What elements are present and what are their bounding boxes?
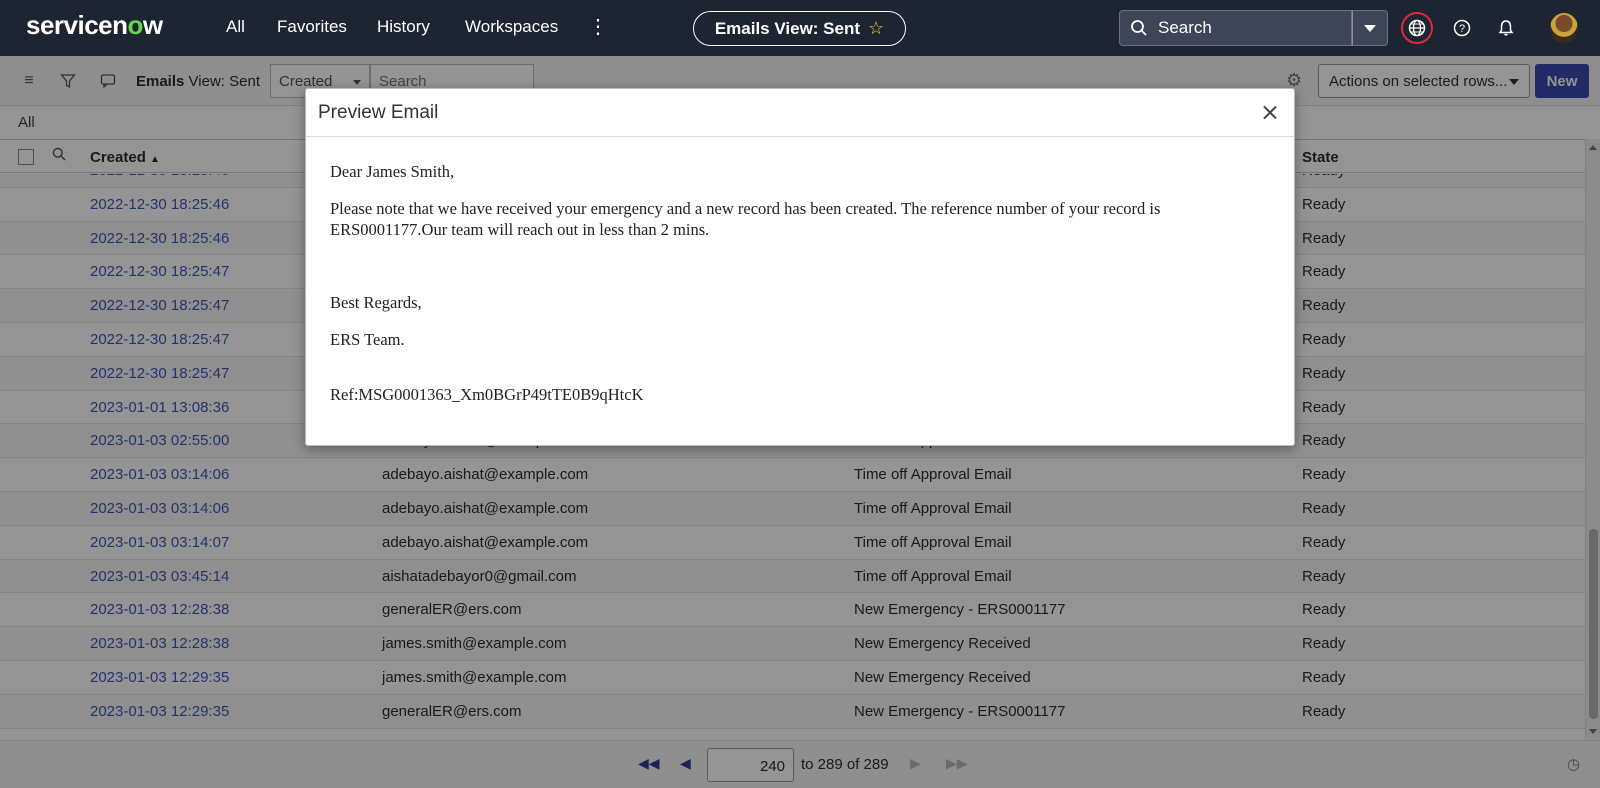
help-icon[interactable]: ? <box>1446 12 1478 44</box>
context-pill-label: Emails View: Sent <box>714 18 861 38</box>
globe-icon[interactable] <box>1401 12 1433 44</box>
search-placeholder: Search <box>1158 18 1212 37</box>
email-reference: Ref:MSG0001363_Xm0BGrP49tTE0B9qHtcK <box>330 385 644 404</box>
email-signoff: Best Regards, <box>330 293 422 312</box>
servicenow-logo[interactable]: servicenow <box>26 10 163 41</box>
email-greeting: Dear James Smith, <box>330 162 455 181</box>
top-navigation: servicenow All Favorites History Workspa… <box>0 0 1600 56</box>
more-vertical-icon[interactable]: ⋮ <box>588 14 608 39</box>
email-signature: ERS Team. <box>330 330 405 349</box>
star-icon[interactable]: ☆ <box>868 18 884 39</box>
email-body-text: Please note that we have received your e… <box>330 199 1161 239</box>
email-preview-body: Dear James Smith, Please note that we ha… <box>306 137 1294 405</box>
user-avatar[interactable] <box>1550 13 1578 43</box>
preview-email-modal: Preview Email Dear James Smith, Please n… <box>305 88 1295 446</box>
bell-icon[interactable] <box>1490 12 1522 44</box>
svg-text:?: ? <box>1459 23 1465 35</box>
search-scope-dropdown[interactable] <box>1352 10 1388 46</box>
nav-favorites[interactable]: Favorites <box>277 17 347 37</box>
modal-title: Preview Email <box>318 102 439 123</box>
close-icon[interactable] <box>1260 103 1280 123</box>
global-search-input[interactable]: Search <box>1119 10 1352 46</box>
search-icon <box>1131 20 1147 36</box>
nav-workspaces[interactable]: Workspaces <box>465 17 558 37</box>
nav-all[interactable]: All <box>226 17 245 37</box>
nav-history[interactable]: History <box>377 17 430 37</box>
context-pill[interactable]: Emails View: Sent ☆ <box>693 11 906 46</box>
modal-header: Preview Email <box>306 89 1294 137</box>
